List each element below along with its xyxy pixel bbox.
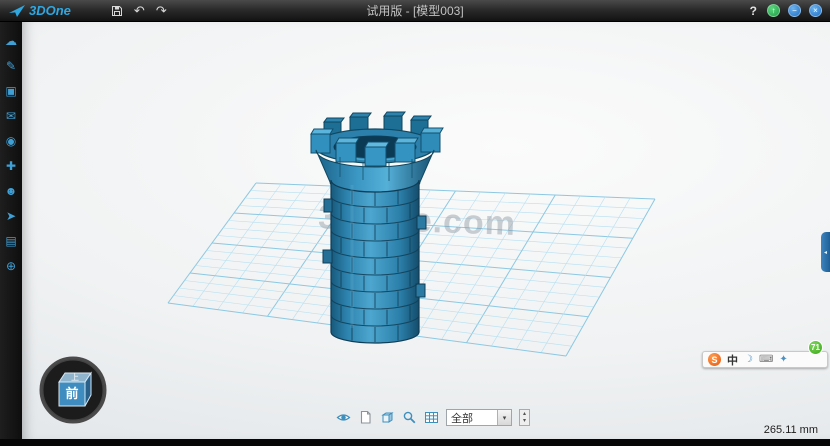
filter-value: 全部 (447, 410, 497, 426)
close-button[interactable]: × (809, 4, 822, 17)
brush-icon[interactable]: ✎ (0, 53, 22, 78)
undo-button[interactable]: ↶ (134, 4, 145, 17)
move-icon[interactable]: ✚ (0, 153, 22, 178)
mail-icon[interactable]: ✉ (0, 103, 22, 128)
zoom-icon[interactable] (402, 410, 417, 425)
grid-table-icon[interactable] (424, 410, 439, 425)
logo-icon (8, 4, 26, 18)
night-mode-icon[interactable]: ☽ (744, 354, 753, 365)
measurement-readout: 265.11 mm (764, 424, 818, 436)
visibility-eye-icon[interactable] (336, 410, 351, 425)
dropdown-arrow-icon[interactable]: ▾ (497, 410, 511, 425)
document-icon[interactable] (358, 410, 373, 425)
ime-toolbar: S 中 ☽ ⌨ ✦ (702, 351, 828, 368)
bottom-status-strip (0, 439, 830, 446)
cloud-icon[interactable]: ☁ (0, 28, 22, 53)
ime-mode-toggle[interactable]: 中 (727, 352, 738, 368)
upgrade-button[interactable]: ↑ (767, 4, 780, 17)
spin-down-icon[interactable]: ▾ (520, 418, 529, 426)
help-button[interactable]: ? (748, 4, 759, 18)
viewcube-front-label: 前 (65, 386, 78, 401)
display-toolbar: 全部 ▾ ▴ ▾ (336, 409, 530, 426)
app-menu-logo[interactable]: 3DOne (8, 3, 71, 18)
view-navigator[interactable]: 上 前 (38, 355, 108, 425)
minimize-button[interactable]: − (788, 4, 801, 17)
save-icon (111, 5, 123, 17)
library-icon[interactable]: ▣ (0, 78, 22, 103)
titlebar: 3DOne ↶ ↷ 试用版 - [模型003] ? ↑ − × (0, 0, 830, 22)
web-icon[interactable]: ⊕ (0, 253, 22, 278)
filter-dropdown[interactable]: 全部 ▾ (446, 409, 512, 426)
notification-badge[interactable]: 71 (808, 340, 823, 355)
sogou-logo-icon[interactable]: S (708, 353, 721, 366)
list-scroll-spinner[interactable]: ▴ ▾ (519, 409, 530, 426)
left-tool-strip: ☁ ✎ ▣ ✉ ◉ ✚ ☻ ➤ ▤ ⊕ (0, 22, 22, 439)
user-icon[interactable]: ☻ (0, 178, 22, 203)
3done-app-window: 3DOne.com (0, 0, 830, 446)
window-controls: ? ↑ − × (748, 4, 822, 18)
solid-box-icon[interactable] (380, 410, 395, 425)
bird-icon[interactable]: ➤ (0, 203, 22, 228)
quick-toolbar: ↶ ↷ (111, 4, 167, 17)
save-button[interactable] (111, 5, 123, 17)
ime-toolbox-icon[interactable]: ✦ (779, 354, 787, 365)
spin-up-icon[interactable]: ▴ (520, 410, 529, 418)
viewcube-top-label: 上 (71, 373, 79, 382)
logo-text: 3DOne (29, 3, 71, 18)
viewport-3d[interactable]: 3DOne.com (0, 0, 830, 446)
soft-keyboard-icon[interactable]: ⌨ (759, 354, 773, 365)
panel-icon[interactable]: ▤ (0, 228, 22, 253)
redo-button[interactable]: ↷ (156, 4, 167, 17)
medal-icon[interactable]: ◉ (0, 128, 22, 153)
right-panel-handle[interactable]: ◂ (821, 232, 830, 272)
